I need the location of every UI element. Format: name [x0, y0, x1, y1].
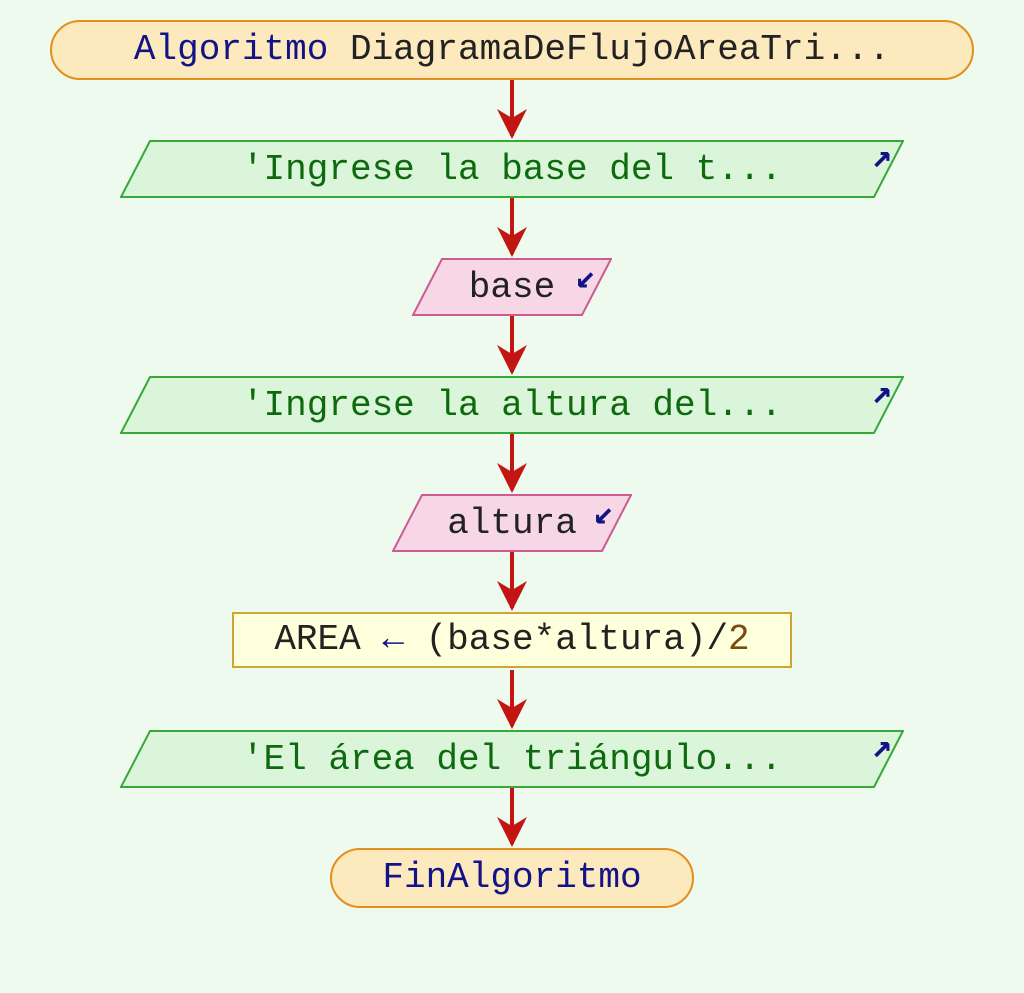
process-area-assign: AREA ← (base*altura)/2: [232, 612, 792, 668]
output-prompt-altura: 'Ingrese la altura del... ↗: [120, 376, 904, 434]
algorithm-name: DiagramaDeFlujoAreaTri...: [328, 30, 890, 70]
terminal-end: FinAlgoritmo: [330, 848, 694, 908]
input-var: altura: [447, 503, 577, 544]
output-arrow-icon: ↗: [872, 726, 892, 768]
terminal-start: Algoritmo DiagramaDeFlujoAreaTri...: [50, 20, 974, 80]
keyword-finalgoritmo: FinAlgoritmo: [382, 858, 641, 898]
mul-op: *: [534, 620, 556, 660]
paren-open: (: [426, 620, 448, 660]
assign-op: ←: [361, 620, 426, 660]
keyword-algoritmo: Algoritmo: [134, 30, 328, 70]
output-text: 'El área del triángulo...: [242, 739, 782, 780]
output-arrow-icon: ↗: [872, 372, 892, 414]
output-arrow-icon: ↗: [872, 136, 892, 178]
output-result: 'El área del triángulo... ↗: [120, 730, 904, 788]
input-arrow-icon: ↙: [594, 492, 614, 534]
lhs: AREA: [274, 620, 360, 660]
divisor: 2: [728, 620, 750, 660]
output-text: 'Ingrese la base del t...: [242, 149, 782, 190]
output-text: 'Ingrese la altura del...: [242, 385, 782, 426]
input-arrow-icon: ↙: [576, 256, 596, 298]
input-base: base ↙: [412, 258, 612, 316]
div-op: /: [706, 620, 728, 660]
expr-b: altura: [555, 620, 685, 660]
input-altura: altura ↙: [392, 494, 632, 552]
expr-a: base: [447, 620, 533, 660]
input-var: base: [469, 267, 555, 308]
output-prompt-base: 'Ingrese la base del t... ↗: [120, 140, 904, 198]
paren-close: ): [685, 620, 707, 660]
